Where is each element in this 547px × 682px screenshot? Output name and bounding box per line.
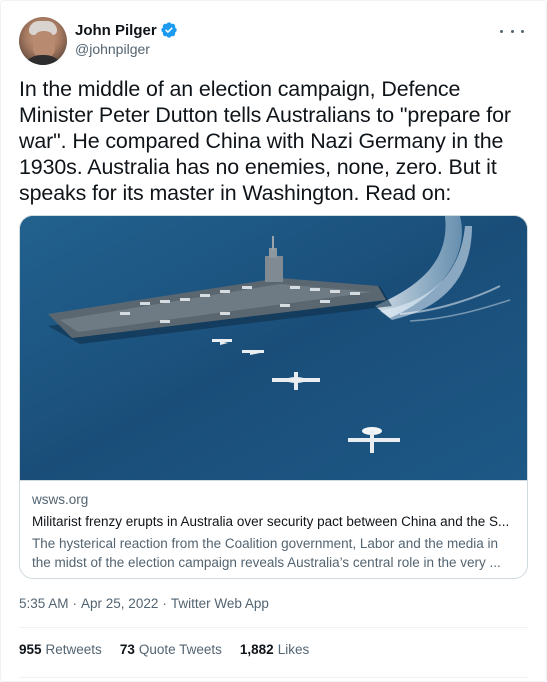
tweet-time[interactable]: 5:35 AM bbox=[19, 596, 69, 611]
link-preview-image[interactable] bbox=[20, 216, 527, 480]
meta-separator: · bbox=[162, 596, 167, 611]
quote-tweets-stat[interactable]: 73 Quote Tweets bbox=[120, 642, 222, 657]
link-preview-text[interactable]: wsws.org Militarist frenzy erupts in Aus… bbox=[20, 480, 527, 578]
likes-stat[interactable]: 1,882 Likes bbox=[240, 642, 309, 657]
link-preview-card[interactable]: wsws.org Militarist frenzy erupts in Aus… bbox=[19, 215, 528, 579]
divider bbox=[19, 677, 528, 678]
retweets-count: 955 bbox=[19, 642, 42, 657]
link-description: The hysterical reaction from the Coaliti… bbox=[32, 534, 515, 572]
more-options-icon[interactable] bbox=[500, 23, 524, 39]
tweet-stats: 955 Retweets 73 Quote Tweets 1,882 Likes bbox=[19, 642, 327, 657]
tweet-card: John Pilger @johnpilger In the middle of… bbox=[0, 0, 547, 682]
link-domain: wsws.org bbox=[32, 492, 89, 507]
more-dot bbox=[510, 29, 514, 33]
aircraft-carrier-photo bbox=[20, 216, 527, 480]
more-dot bbox=[500, 29, 503, 33]
avatar-shoulders bbox=[21, 55, 65, 65]
author-display-name[interactable]: John Pilger bbox=[75, 22, 157, 39]
quote-tweets-label: Quote Tweets bbox=[138, 642, 222, 657]
retweets-stat[interactable]: 955 Retweets bbox=[19, 642, 102, 657]
link-description-line: the midst of the election campaign revea… bbox=[32, 555, 501, 570]
link-description-line: The hysterical reaction from the Coaliti… bbox=[32, 536, 499, 551]
quote-tweets-count: 73 bbox=[119, 642, 135, 657]
tweet-source[interactable]: Twitter Web App bbox=[171, 596, 269, 611]
tweet-date[interactable]: Apr 25, 2022 bbox=[81, 596, 158, 611]
avatar[interactable] bbox=[19, 17, 67, 65]
more-dot bbox=[521, 29, 524, 33]
author-name-row[interactable]: John Pilger bbox=[75, 20, 178, 40]
likes-count: 1,882 bbox=[239, 642, 274, 657]
likes-label: Likes bbox=[277, 642, 310, 657]
author-handle[interactable]: @johnpilger bbox=[75, 41, 150, 57]
divider bbox=[19, 627, 528, 628]
tweet-text: In the middle of an election campaign, D… bbox=[19, 77, 511, 205]
tweet-meta: 5:35 AM · Apr 25, 2022 · Twitter Web App bbox=[19, 596, 269, 611]
meta-separator: · bbox=[72, 596, 78, 611]
verified-badge-icon bbox=[161, 22, 177, 38]
retweets-label: Retweets bbox=[45, 642, 102, 657]
link-title: Militarist frenzy erupts in Australia ov… bbox=[32, 514, 510, 529]
